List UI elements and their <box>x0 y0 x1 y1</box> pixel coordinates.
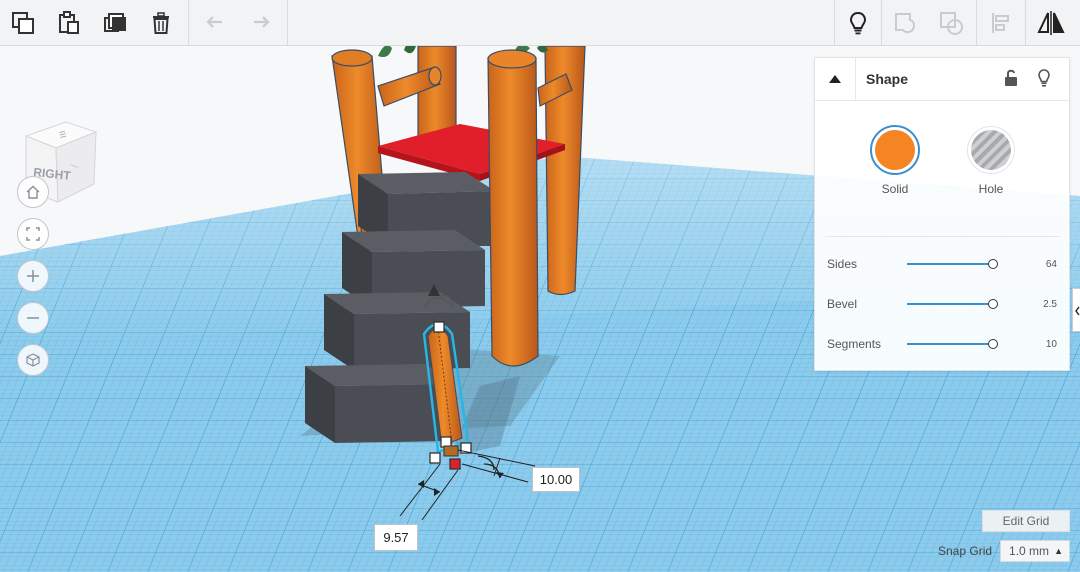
inspector-divider <box>825 236 1059 237</box>
duplicate-icon <box>104 12 126 32</box>
duplicate-button[interactable] <box>92 0 138 45</box>
hole-swatch[interactable] <box>967 126 1015 174</box>
group-button[interactable] <box>882 0 928 45</box>
paste-icon <box>59 10 79 34</box>
fit-view-icon <box>26 227 40 241</box>
undo-icon <box>206 15 222 28</box>
visibility-button[interactable] <box>1035 68 1053 93</box>
snap-grid-value: 1.0 mm <box>1009 544 1050 558</box>
zoom-in-button[interactable] <box>17 260 49 292</box>
paste-button[interactable] <box>46 0 92 45</box>
snap-grid-select[interactable]: 1.0 mm ▲ <box>1000 540 1070 562</box>
show-all-button[interactable] <box>835 0 881 45</box>
property-slider-knob[interactable] <box>988 299 998 309</box>
property-slider-knob[interactable] <box>988 259 998 269</box>
length-dimension-input[interactable]: 10.00 <box>532 467 580 492</box>
edit-grid-button[interactable]: Edit Grid <box>982 510 1070 532</box>
toolbar-divider <box>188 0 189 45</box>
undo-button[interactable] <box>192 0 238 45</box>
shape-inspector: Shape Solid Hole Sides 64 Bevel 2.5 Segments… <box>814 57 1070 371</box>
lock-button[interactable] <box>1003 68 1021 93</box>
ortho-view-icon <box>26 353 40 367</box>
toolbar-divider <box>976 0 977 45</box>
solid-label: Solid <box>881 182 909 196</box>
mirror-icon <box>1037 10 1065 35</box>
delete-button[interactable] <box>138 0 184 45</box>
property-slider-track[interactable] <box>907 263 993 265</box>
inspector-header: Shape <box>815 58 1069 101</box>
ungroup-icon <box>940 11 963 35</box>
property-value[interactable]: 2.5 <box>1023 299 1057 310</box>
solid-swatch[interactable] <box>870 125 920 175</box>
property-slider-track[interactable] <box>907 343 993 345</box>
toolbar-divider <box>287 0 288 45</box>
inspector-collapse-button[interactable] <box>815 58 856 100</box>
delete-icon <box>153 11 169 34</box>
front-pillar[interactable] <box>487 49 539 367</box>
copy-icon <box>12 11 34 34</box>
home-icon <box>26 185 40 199</box>
top-resize-handle[interactable] <box>433 321 445 333</box>
caret-up-icon: ▲ <box>1054 546 1063 556</box>
property-label: Sides <box>827 257 858 271</box>
solid-color-fill <box>875 130 915 170</box>
lightbulb-icon <box>849 11 867 34</box>
lightbulb-icon <box>1038 69 1050 87</box>
ungroup-button[interactable] <box>928 0 974 45</box>
zoom-in-icon <box>27 270 39 282</box>
mirror-button[interactable] <box>1028 0 1074 45</box>
zoom-out-icon <box>27 317 39 319</box>
redo-icon <box>254 15 270 28</box>
property-label: Bevel <box>827 297 858 311</box>
hole-label: Hole <box>978 182 1004 196</box>
caret-up-icon <box>829 75 841 83</box>
property-value[interactable]: 64 <box>1023 259 1057 270</box>
align-button[interactable] <box>978 0 1024 45</box>
property-slider-knob[interactable] <box>988 339 998 349</box>
side-panel-toggle[interactable] <box>1072 288 1080 332</box>
group-icon <box>895 12 915 33</box>
toolbar-divider <box>1025 0 1026 45</box>
align-icon <box>992 12 1009 33</box>
inspector-title: Shape <box>866 71 909 87</box>
copy-button[interactable] <box>0 0 46 45</box>
fit-view-button[interactable] <box>17 218 49 250</box>
unlock-icon <box>1005 69 1017 86</box>
resize-handle[interactable] <box>429 452 441 464</box>
home-view-button[interactable] <box>17 176 49 208</box>
height-handle[interactable] <box>449 458 461 470</box>
property-value[interactable]: 10 <box>1023 339 1057 350</box>
ortho-view-button[interactable] <box>17 344 49 376</box>
property-label: Segments <box>827 337 882 351</box>
hole-pattern <box>971 130 1011 170</box>
property-slider-track[interactable] <box>907 303 993 305</box>
base-marker <box>443 445 459 457</box>
main-toolbar <box>0 0 1080 46</box>
chevron-icon <box>1075 306 1080 316</box>
width-dimension-input[interactable]: 9.57 <box>374 524 418 551</box>
snap-grid-label: Snap Grid <box>938 544 993 558</box>
zoom-out-button[interactable] <box>17 302 49 334</box>
redo-button[interactable] <box>238 0 284 45</box>
